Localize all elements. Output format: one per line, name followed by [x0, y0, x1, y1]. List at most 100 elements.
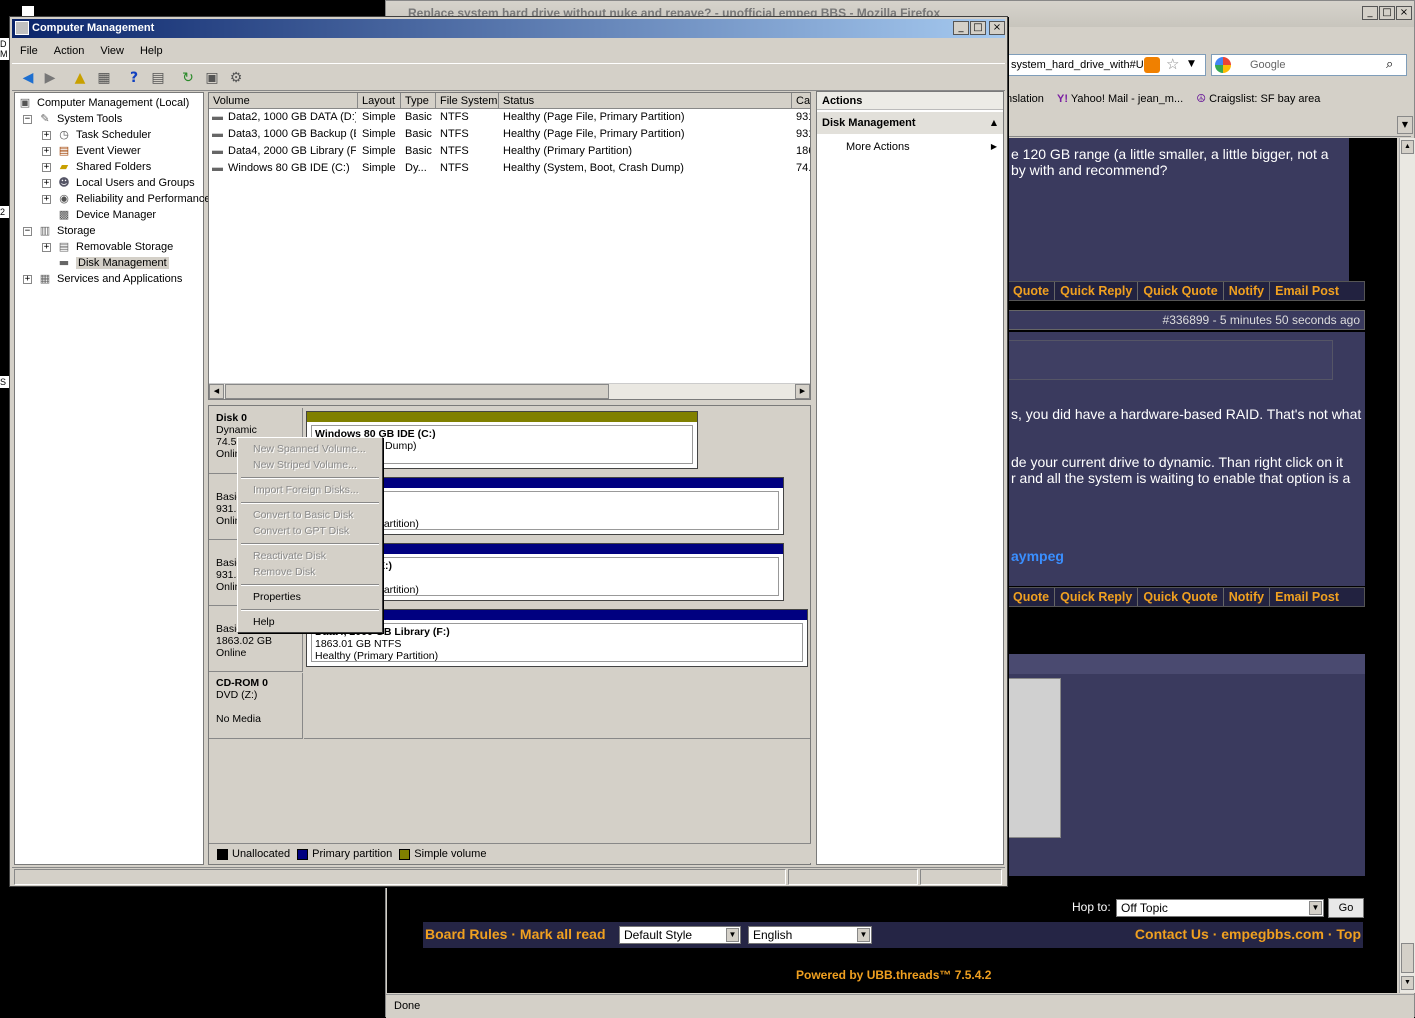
menu-view[interactable]: View — [92, 41, 132, 61]
collapse-icon[interactable]: − — [23, 227, 32, 236]
hop-to-value: Off Topic — [1121, 901, 1168, 915]
notify-button[interactable]: Notify — [1222, 588, 1269, 606]
maximize-button[interactable]: □ — [970, 21, 986, 35]
menu-new-spanned-volume[interactable]: New Spanned Volume... — [253, 442, 366, 456]
tree-item-removable-storage[interactable]: ▤ Removable Storage — [56, 239, 173, 255]
back-icon[interactable]: ◀ — [18, 68, 38, 88]
quick-reply-button[interactable]: Quick Reply — [1054, 588, 1137, 606]
hop-to-select[interactable]: Off Topic ▼ — [1116, 899, 1324, 917]
star-icon[interactable]: ☆ — [1166, 55, 1179, 73]
close-button[interactable]: × — [989, 21, 1005, 35]
dropdown-icon[interactable]: ▼ — [1188, 59, 1195, 69]
menu-remove-disk[interactable]: Remove Disk — [253, 565, 315, 579]
volume-row[interactable]: ▬ Data3, 1000 GB Backup (E:) Simple Basi… — [209, 126, 810, 143]
more-actions[interactable]: More Actions ▶ — [817, 138, 1003, 156]
go-button[interactable]: Go — [1328, 898, 1364, 918]
expand-icon[interactable]: + — [42, 195, 51, 204]
volume-row[interactable]: ▬ Data2, 1000 GB DATA (D:) Simple Basic … — [209, 109, 810, 126]
collapse-icon[interactable]: − — [23, 115, 32, 124]
search-input[interactable]: Google — [1211, 54, 1407, 76]
col-status[interactable]: Status — [499, 93, 792, 109]
expand-icon[interactable]: + — [42, 147, 51, 156]
expand-icon[interactable]: + — [42, 163, 51, 172]
reply-textarea[interactable] — [1007, 678, 1061, 838]
bookmark-item[interactable]: Craigslist: SF bay area — [1209, 93, 1320, 105]
footer-links-left[interactable]: Board Rules · Mark all read — [425, 922, 606, 946]
quote-button[interactable]: Quote — [1008, 588, 1054, 606]
menu-convert-basic[interactable]: Convert to Basic Disk — [253, 508, 353, 522]
menu-convert-gpt[interactable]: Convert to GPT Disk — [253, 524, 349, 538]
actions-section[interactable]: Disk Management ▲ — [817, 112, 1003, 134]
menu-reactivate-disk[interactable]: Reactivate Disk — [253, 549, 326, 563]
notify-button[interactable]: Notify — [1222, 282, 1269, 300]
quick-quote-button[interactable]: Quick Quote — [1137, 282, 1222, 300]
vertical-scrollbar[interactable]: ▲ ▼ — [1399, 138, 1415, 993]
menu-help[interactable]: Help — [253, 615, 275, 629]
scroll-left-icon[interactable]: ◀ — [209, 384, 224, 399]
show-tree-icon[interactable]: ▦ — [94, 68, 114, 88]
search-icon[interactable]: ⌕ — [1386, 57, 1393, 72]
expand-icon[interactable]: + — [42, 243, 51, 252]
email-post-button[interactable]: Email Post — [1269, 588, 1344, 606]
tree-item-disk-management[interactable]: ▬ Disk Management — [56, 255, 169, 271]
menu-action[interactable]: Action — [46, 41, 93, 61]
volume-row[interactable]: ▬ Windows 80 GB IDE (C:) Simple Dy... NT… — [209, 160, 810, 177]
tree-item-root[interactable]: ▣ Computer Management (Local) — [17, 95, 189, 111]
volume-row[interactable]: ▬ Data4, 2000 GB Library (F:) Simple Bas… — [209, 143, 810, 160]
rss-icon[interactable] — [1144, 57, 1160, 73]
forward-icon[interactable]: ▶ — [40, 68, 60, 88]
tree-item-local-users[interactable]: ☻ Local Users and Groups — [56, 175, 194, 191]
signature-link[interactable]: aympeg — [1011, 548, 1064, 564]
cm-titlebar[interactable]: Computer Management — [12, 19, 1005, 38]
menu-import-foreign-disks[interactable]: Import Foreign Disks... — [253, 483, 359, 497]
cdrom-label[interactable]: CD-ROM 0 DVD (Z:) No Media — [209, 673, 303, 739]
quote-button[interactable]: Quote — [1008, 282, 1054, 300]
bookmark-item[interactable]: Yahoo! Mail - jean_m... — [1071, 93, 1183, 105]
expand-icon[interactable]: + — [42, 131, 51, 140]
col-type[interactable]: Type — [401, 93, 436, 109]
style-select[interactable]: Default Style ▼ — [619, 926, 741, 944]
horizontal-scrollbar[interactable]: ◀ ▶ — [209, 383, 810, 399]
maximize-button[interactable]: □ — [1379, 6, 1395, 20]
tab-list-button[interactable]: ▼ — [1397, 116, 1413, 134]
menu-properties[interactable]: Properties — [253, 590, 301, 604]
tree-item-storage[interactable]: ▥ Storage — [37, 223, 96, 239]
scroll-thumb[interactable] — [1401, 943, 1414, 973]
tree-item-system-tools[interactable]: ✎ System Tools — [37, 111, 122, 127]
help-icon[interactable]: ? — [124, 68, 144, 88]
settings-icon[interactable]: ⚙ — [226, 68, 246, 88]
refresh-icon[interactable]: ↻ — [178, 68, 198, 88]
menu-help[interactable]: Help — [132, 41, 171, 61]
tree-item-shared-folders[interactable]: ▰ Shared Folders — [56, 159, 151, 175]
col-filesystem[interactable]: File System — [436, 93, 499, 109]
view-icon[interactable]: ▤ — [148, 68, 168, 88]
up-folder-icon[interactable]: ▲ — [70, 68, 90, 88]
scroll-up-icon[interactable]: ▲ — [1401, 140, 1414, 154]
bookmark-item[interactable]: nslation — [1006, 93, 1044, 105]
col-layout[interactable]: Layout — [358, 93, 401, 109]
footer-links-right[interactable]: Contact Us · empegbbs.com · Top — [1135, 922, 1361, 946]
menu-file[interactable]: File — [12, 41, 46, 61]
tree-item-task-scheduler[interactable]: ◷ Task Scheduler — [56, 127, 151, 143]
close-button[interactable]: × — [1396, 6, 1412, 20]
expand-icon[interactable]: + — [23, 275, 32, 284]
scroll-thumb[interactable] — [225, 384, 609, 399]
quick-reply-button[interactable]: Quick Reply — [1054, 282, 1137, 300]
tree-item-reliability[interactable]: ◉ Reliability and Performance — [56, 191, 210, 207]
col-volume[interactable]: Volume — [209, 93, 358, 109]
email-post-button[interactable]: Email Post — [1269, 282, 1344, 300]
col-capacity[interactable]: Cap — [792, 93, 810, 109]
menu-new-striped-volume[interactable]: New Striped Volume... — [253, 458, 357, 472]
properties-icon[interactable]: ▣ — [202, 68, 222, 88]
expand-icon[interactable]: + — [42, 179, 51, 188]
minimize-button[interactable]: _ — [953, 21, 969, 35]
tree-item-device-manager[interactable]: ▩ Device Manager — [56, 207, 156, 223]
google-icon[interactable] — [1215, 57, 1231, 73]
tree-item-services[interactable]: ▦ Services and Applications — [37, 271, 183, 287]
language-select[interactable]: English ▼ — [748, 926, 872, 944]
scroll-right-icon[interactable]: ▶ — [795, 384, 810, 399]
scroll-down-icon[interactable]: ▼ — [1401, 976, 1414, 990]
tree-item-event-viewer[interactable]: ▤ Event Viewer — [56, 143, 141, 159]
minimize-button[interactable]: _ — [1362, 6, 1378, 20]
quick-quote-button[interactable]: Quick Quote — [1137, 588, 1222, 606]
